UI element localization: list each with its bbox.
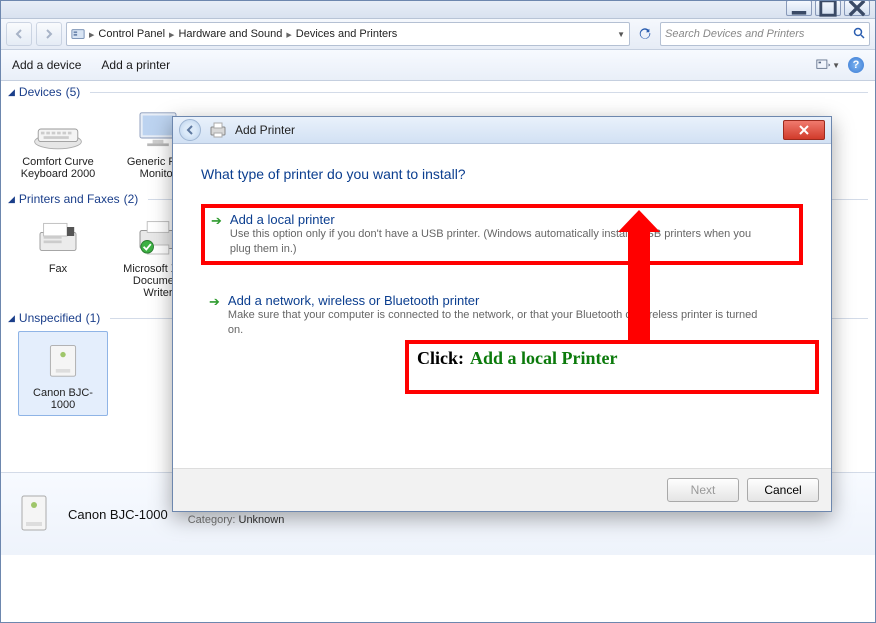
dialog-button-row: Next Cancel [173,468,831,511]
device-keyboard-label: Comfort Curve Keyboard 2000 [18,156,98,180]
unknown-device-icon [33,336,93,384]
minimize-button[interactable] [786,0,812,16]
details-category-value: Unknown [239,514,285,526]
annotation-callout: Click: Add a local Printer [405,340,819,394]
add-device-button[interactable]: Add a device [12,58,81,72]
group-printers-label: Printers and Faxes [19,192,120,206]
arrow-icon: ➔ [211,212,222,257]
option-local-title: Add a local printer [230,212,770,227]
window-titlebar [0,0,876,19]
maximize-button[interactable] [815,0,841,16]
view-options-button[interactable]: ▼ [816,55,840,75]
add-printer-dialog: Add Printer What type of printer do you … [172,116,832,512]
collapse-icon: ◢ [8,194,15,205]
collapse-icon: ◢ [8,313,15,324]
cancel-button[interactable]: Cancel [747,478,819,502]
address-bar: Control Panel Hardware and Sound Devices… [0,19,876,50]
callout-action: Add a local Printer [470,348,617,369]
group-devices-count: (5) [66,85,81,99]
device-keyboard[interactable]: Comfort Curve Keyboard 2000 [18,105,98,180]
refresh-button[interactable] [634,23,656,45]
search-input[interactable]: Search Devices and Printers [660,22,870,46]
option-local-desc: Use this option only if you don't have a… [230,227,770,257]
search-icon [853,27,865,42]
forward-button[interactable] [36,22,62,46]
breadcrumb-separator [87,29,96,39]
option-network-desc: Make sure that your computer is connecte… [228,308,768,338]
dialog-close-button[interactable] [783,120,825,140]
keyboard-icon [28,105,88,153]
group-unspecified-label: Unspecified [19,311,82,325]
breadcrumb-seg-2[interactable]: Hardware and Sound [178,28,282,40]
option-add-local-printer[interactable]: ➔ Add a local printer Use this option on… [201,204,803,265]
help-icon[interactable]: ? [848,57,864,73]
dialog-title: Add Printer [235,123,295,137]
breadcrumb-seg-1[interactable]: Control Panel [98,28,165,40]
details-name: Canon BJC-1000 [68,507,168,522]
collapse-icon: ◢ [8,87,15,98]
window-controls [786,0,870,16]
option-network-title: Add a network, wireless or Bluetooth pri… [228,293,768,308]
group-devices-header[interactable]: ◢ Devices (5) [0,81,876,101]
unspecified-bjc[interactable]: Canon BJC-1000 [18,331,108,416]
add-printer-button[interactable]: Add a printer [101,58,170,72]
arrow-icon: ➔ [209,293,220,338]
annotation-arrow [628,230,650,350]
group-devices-label: Devices [19,85,62,99]
breadcrumb-separator [167,29,176,39]
back-button[interactable] [6,22,32,46]
close-button[interactable] [844,0,870,16]
search-placeholder: Search Devices and Printers [665,28,804,40]
dialog-back-button[interactable] [179,119,201,141]
printer-fax[interactable]: Fax [18,212,98,299]
dialog-heading: What type of printer do you want to inst… [201,166,803,182]
breadcrumb-separator [284,29,293,39]
details-category-label: Category: [188,514,236,526]
group-printers-count: (2) [124,192,139,206]
printer-icon [209,122,227,138]
group-unspecified-count: (1) [86,311,101,325]
fax-icon [28,212,88,260]
command-bar: Add a device Add a printer ▼ ? [0,50,876,81]
callout-label: Click: [417,348,464,369]
printer-fax-label: Fax [18,263,98,275]
option-add-network-printer[interactable]: ➔ Add a network, wireless or Bluetooth p… [201,287,803,344]
breadcrumb-dropdown-icon[interactable]: ▼ [617,30,625,39]
unspecified-bjc-label: Canon BJC-1000 [23,387,103,411]
details-device-icon [10,490,58,538]
breadcrumb-seg-3[interactable]: Devices and Printers [296,28,398,40]
breadcrumb[interactable]: Control Panel Hardware and Sound Devices… [66,22,630,46]
dialog-body: What type of printer do you want to inst… [173,144,831,492]
next-button[interactable]: Next [667,478,739,502]
dialog-titlebar: Add Printer [173,117,831,144]
control-panel-icon [71,27,85,41]
